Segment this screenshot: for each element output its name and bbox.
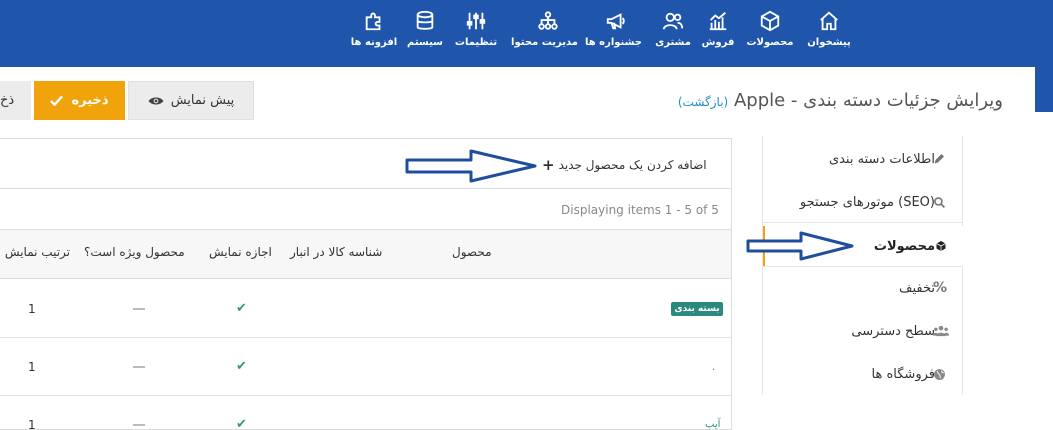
add-product-label: اضافه کردن یک محصول جدید (558, 158, 707, 172)
sidebar-item-seo[interactable]: (SEO) موتورهای جستجو (763, 182, 963, 222)
nav-item-label: افزونه ها (350, 37, 398, 48)
save-and-continue-label: ذخ (0, 93, 15, 108)
preview-button[interactable]: پیش نمایش (128, 81, 254, 120)
sidebar-item-label: تخفیف (899, 280, 935, 296)
nav-item-label: مدیریت محتوا (511, 37, 578, 48)
display-order-value: 1 (28, 302, 36, 316)
nav-item-label: محصولات (746, 37, 794, 48)
search-icon (933, 182, 946, 222)
sidebar-item-access-level[interactable]: سطح دسترسی (763, 311, 963, 351)
annotation-arrow-icon (746, 231, 854, 261)
display-order-value: 1 (28, 418, 36, 430)
save-button-label: ذخیره (71, 93, 109, 108)
nav-item-products[interactable]: محصولات (744, 10, 796, 48)
preview-button-label: پیش نمایش (170, 93, 235, 108)
product-name-badge[interactable]: بسته بندی (671, 302, 723, 316)
sidebar-separator (763, 222, 963, 223)
nav-item-campaigns[interactable]: جشنواره ها (585, 10, 642, 48)
table-row-divider (0, 337, 731, 338)
column-header-display-order[interactable]: ترتیب نمایش (0, 245, 70, 259)
nav-item-system[interactable]: سیستم (399, 10, 451, 48)
sidebar-item-label: محصولات (873, 238, 935, 254)
sidebar-item-label: سطح دسترسی (851, 323, 935, 339)
save-button[interactable]: ذخیره (34, 81, 125, 120)
nav-item-sales[interactable]: فروش (692, 10, 744, 48)
product-name-fragment[interactable]: . (712, 362, 715, 373)
page-title: ویرایش جزئیات دسته بندی - Apple (بازگشت) (672, 90, 1003, 111)
globe-icon (933, 354, 946, 394)
nav-item-label: جشنواره ها (585, 37, 642, 48)
sliders-icon (466, 12, 486, 30)
nav-item-plugins[interactable]: افزونه ها (348, 10, 400, 48)
sidebar-item-category-info[interactable]: اطلاعات دسته بندی (763, 139, 963, 179)
chart-icon (709, 12, 727, 31)
category-sidebar: اطلاعات دسته بندی (SEO) موتورهای جستجو م… (762, 136, 963, 395)
megaphone-icon (606, 13, 625, 30)
eye-icon (148, 97, 164, 104)
sidebar-separator (763, 266, 963, 267)
users-icon (662, 12, 684, 30)
sitemap-icon (538, 11, 558, 30)
puzzle-icon (365, 12, 381, 31)
nav-item-content-management[interactable]: مدیریت محتوا (511, 10, 578, 48)
home-icon (820, 11, 838, 31)
sidebar-item-stores[interactable]: فروشگاه ها (763, 354, 963, 394)
database-icon (416, 10, 434, 30)
display-order-value: 1 (28, 360, 36, 374)
nav-item-label: تنظیمات (454, 37, 498, 48)
sidebar-item-label: (SEO) موتورهای جستجو (799, 194, 935, 210)
featured-dash (133, 308, 145, 310)
users-icon (933, 311, 949, 351)
percent-icon: % (933, 280, 948, 296)
featured-dash (133, 424, 145, 426)
nav-item-settings[interactable]: تنظیمات (450, 10, 502, 48)
pencil-icon (933, 139, 945, 179)
published-check-icon: ✔ (236, 417, 247, 430)
nav-item-label: پیشخوان (807, 37, 851, 48)
table-row-divider (0, 395, 731, 396)
divider (0, 188, 731, 189)
back-link[interactable]: (بازگشت) (678, 95, 728, 109)
published-check-icon: ✔ (236, 301, 247, 316)
add-product-button[interactable]: اضافه کردن یک محصول جدید + (542, 156, 707, 174)
nav-item-label: مشتری (655, 37, 691, 48)
column-header-product[interactable]: محصول (452, 245, 492, 259)
pagination-info: Displaying items 1 - 5 of 5 (561, 203, 719, 217)
column-header-published[interactable]: اجازه نمایش (209, 245, 272, 259)
column-header-featured[interactable]: محصول ویژه است؟ (84, 245, 185, 259)
cube-icon (760, 10, 780, 32)
nav-item-customers[interactable]: مشتری (647, 10, 699, 48)
nav-item-label: فروش (701, 37, 735, 48)
sidebar-item-label: اطلاعات دسته بندی (828, 151, 935, 167)
featured-dash (133, 366, 145, 368)
check-icon (50, 95, 64, 106)
column-header-sku[interactable]: شناسه کالا در انبار (290, 245, 382, 259)
sidebar-item-discount[interactable]: % تخفیف (763, 268, 963, 308)
nav-item-dashboard[interactable]: پیشخوان (803, 10, 855, 48)
annotation-arrow-icon (405, 149, 537, 183)
products-panel (0, 138, 732, 430)
nav-item-label: سیستم (406, 37, 443, 48)
box-icon (935, 226, 947, 266)
product-name-fragment[interactable]: آیپ (705, 419, 720, 430)
page-title-text: ویرایش جزئیات دسته بندی - Apple (733, 90, 1003, 111)
save-and-continue-button[interactable]: ذخ (0, 81, 31, 120)
plus-icon: + (542, 156, 555, 174)
published-check-icon: ✔ (236, 359, 247, 374)
sidebar-item-label: فروشگاه ها (871, 366, 935, 382)
